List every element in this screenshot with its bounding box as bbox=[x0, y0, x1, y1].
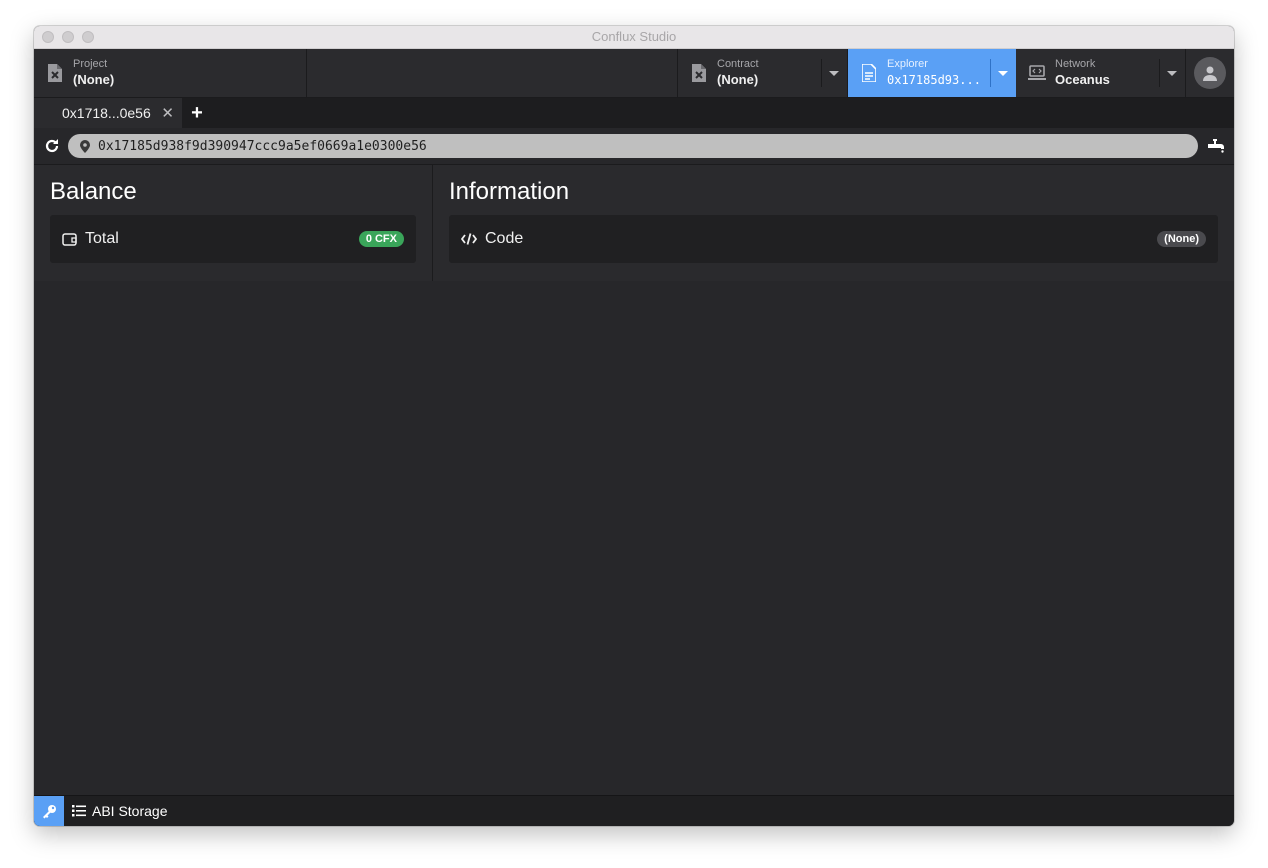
total-label: Total bbox=[85, 230, 119, 247]
contract-selector[interactable]: Contract (None) bbox=[678, 49, 848, 97]
project-selector[interactable]: Project (None) bbox=[34, 49, 307, 97]
abi-storage-label: ABI Storage bbox=[92, 803, 168, 819]
refresh-icon bbox=[45, 139, 59, 153]
project-value: (None) bbox=[73, 71, 115, 87]
explorer-dropdown-button[interactable] bbox=[990, 49, 1016, 97]
explorer-value: 0x17185d93... bbox=[887, 72, 981, 87]
caret-down-icon bbox=[1167, 70, 1177, 76]
code-icon bbox=[461, 233, 477, 245]
code-row: Code (None) bbox=[449, 215, 1218, 263]
contract-dropdown-button[interactable] bbox=[821, 49, 847, 97]
app-window: Conflux Studio Project (None) Contract (… bbox=[34, 26, 1234, 826]
add-tab-button[interactable]: + bbox=[182, 98, 212, 128]
abi-storage-button[interactable]: ABI Storage bbox=[72, 803, 168, 819]
file-excel-icon bbox=[46, 64, 64, 82]
contract-label: Contract bbox=[717, 57, 759, 70]
network-selector[interactable]: Network Oceanus bbox=[1016, 49, 1186, 97]
close-window-button[interactable] bbox=[42, 31, 54, 43]
faucet-button[interactable] bbox=[1198, 139, 1234, 153]
network-dropdown-button[interactable] bbox=[1159, 49, 1185, 97]
caret-down-icon bbox=[829, 70, 839, 76]
network-label: Network bbox=[1055, 57, 1096, 70]
close-icon[interactable]: ✕ bbox=[161, 104, 174, 122]
code-badge: (None) bbox=[1157, 231, 1206, 247]
user-icon bbox=[1203, 66, 1217, 81]
tab-address[interactable]: 0x1718...0e56 ✕ bbox=[34, 98, 182, 128]
tab-bar: 0x1718...0e56 ✕ + bbox=[34, 98, 1234, 128]
tab-label: 0x1718...0e56 bbox=[62, 105, 151, 121]
status-bar: ABI Storage bbox=[34, 795, 1234, 826]
explorer-label: Explorer bbox=[887, 57, 928, 70]
avatar[interactable] bbox=[1194, 57, 1226, 89]
keypair-button[interactable] bbox=[34, 796, 64, 826]
faucet-icon bbox=[1208, 139, 1224, 153]
key-icon bbox=[42, 804, 56, 818]
information-title: Information bbox=[449, 178, 570, 205]
file-excel-icon bbox=[690, 64, 708, 82]
network-value: Oceanus bbox=[1055, 71, 1110, 87]
minimize-window-button[interactable] bbox=[62, 31, 74, 43]
map-marker-icon bbox=[80, 139, 90, 153]
information-panel: Information Code (None) bbox=[433, 165, 1234, 281]
project-label: Project bbox=[73, 57, 108, 70]
balance-badge: 0 CFX bbox=[358, 231, 404, 247]
navbar-spacer bbox=[307, 49, 678, 97]
code-label: Code bbox=[485, 230, 524, 247]
address-input[interactable]: 0x17185d938f9d390947ccc9a5ef0669a1e0300e… bbox=[68, 134, 1198, 158]
wallet-icon bbox=[62, 232, 77, 246]
file-alt-icon bbox=[860, 64, 878, 82]
address-text: 0x17185d938f9d390947ccc9a5ef0669a1e0300e… bbox=[98, 138, 427, 154]
account-panels: Balance Total 0 CFX Information Code (No… bbox=[34, 165, 1234, 282]
refresh-button[interactable] bbox=[36, 138, 68, 154]
explorer-selector[interactable]: Explorer 0x17185d93... bbox=[848, 49, 1016, 97]
window-controls bbox=[42, 31, 94, 43]
laptop-code-icon bbox=[1028, 64, 1046, 82]
title-bar: Conflux Studio bbox=[34, 26, 1234, 49]
balance-panel: Balance Total 0 CFX bbox=[34, 165, 433, 281]
balance-total-row: Total 0 CFX bbox=[50, 215, 416, 263]
maximize-window-button[interactable] bbox=[82, 31, 94, 43]
window-title: Conflux Studio bbox=[591, 29, 677, 44]
address-bar: 0x17185d938f9d390947ccc9a5ef0669a1e0300e… bbox=[34, 128, 1234, 165]
user-menu[interactable] bbox=[1186, 49, 1234, 97]
contract-value: (None) bbox=[717, 71, 759, 87]
balance-title: Balance bbox=[50, 178, 137, 205]
list-icon bbox=[72, 805, 86, 817]
caret-down-icon bbox=[998, 70, 1008, 76]
top-navbar: Project (None) Contract (None) Explorer bbox=[34, 49, 1234, 98]
main-content-area bbox=[34, 281, 1234, 796]
